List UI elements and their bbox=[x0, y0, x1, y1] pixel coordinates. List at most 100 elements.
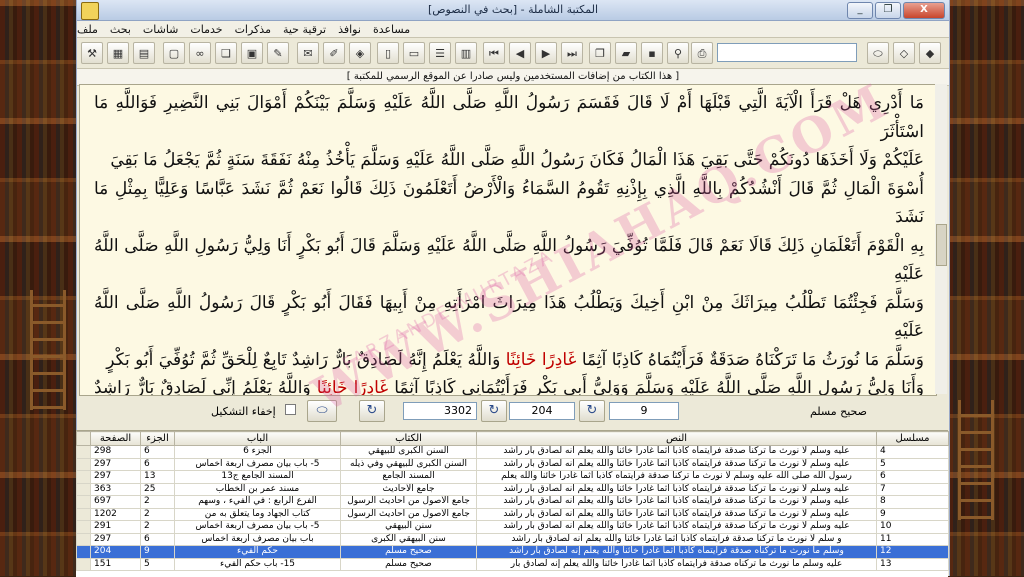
text-line: أُسْوَةَ الْمَالِ ثُمَّ قَالَ أَنْشُدُكُ… bbox=[94, 178, 924, 228]
table-row[interactable]: 297 6 5- باب بيان مصرف أربعة أخماس السنن ال… bbox=[76, 457, 949, 471]
go-page-button[interactable]: ↻ bbox=[481, 400, 507, 422]
minimize-button[interactable]: _ bbox=[847, 2, 873, 19]
menu-help[interactable]: مساعدة bbox=[373, 23, 410, 36]
cell-text: عليه وسلم ما نورث ما تركناه صدقة فرأيتما… bbox=[476, 557, 877, 571]
link-icon[interactable]: ∞ bbox=[189, 42, 211, 64]
row-selector[interactable] bbox=[76, 557, 91, 571]
menu-notes[interactable]: مذكرات bbox=[235, 23, 271, 36]
cell-serial: 13 bbox=[876, 557, 949, 571]
row-selector[interactable] bbox=[76, 457, 91, 471]
table-row[interactable]: 291 2 5- باب بيان مصرف أربعة أخماس سنن البي… bbox=[76, 520, 949, 534]
table-row[interactable]: 1202 2 كتاب الجهاد وما يتعلق به من جامع الأ… bbox=[76, 507, 949, 521]
cell-part: 2 bbox=[140, 520, 175, 534]
copy-icon[interactable]: ❏ bbox=[215, 42, 237, 64]
row-selector[interactable] bbox=[76, 507, 91, 521]
cell-book: جامع الأصول من أحاديث الرسول bbox=[340, 495, 477, 509]
first-page-icon[interactable]: ⏮ bbox=[483, 42, 505, 64]
highlight-icon[interactable]: ✐ bbox=[323, 42, 345, 64]
scrollbar-thumb[interactable] bbox=[936, 224, 947, 266]
cell-text: و سلم لا نورث ما تركنا صدقة فرأيتماه كاذ… bbox=[476, 532, 877, 546]
row-selector[interactable] bbox=[76, 520, 91, 534]
close-button[interactable]: X bbox=[903, 2, 945, 19]
go-number-button[interactable]: ↻ bbox=[359, 400, 385, 422]
cell-serial: 5 bbox=[876, 457, 949, 471]
text-line: وَأَنَا وَلِيُّ رَسُولِ اللَّهِ صَلَّى ا… bbox=[94, 378, 925, 396]
column-header-serial[interactable]: مسلسل bbox=[876, 431, 949, 446]
hide-diacritics-checkbox[interactable] bbox=[285, 404, 296, 415]
row-header-corner bbox=[76, 431, 91, 446]
go-part-button[interactable]: ↻ bbox=[579, 400, 605, 422]
table-row[interactable]: 697 2 الفرع الرابع : في الفيء ، وسهم جامع ا… bbox=[76, 495, 949, 509]
eraser-icon[interactable]: ◇ bbox=[893, 42, 915, 64]
restore-button[interactable]: ❐ bbox=[875, 2, 901, 19]
cell-part: 6 bbox=[140, 445, 175, 459]
number-field[interactable]: 3302 bbox=[403, 402, 477, 420]
book-icon[interactable]: ▥ bbox=[455, 42, 477, 64]
text-line: مَا أَدْرِي هَلْ قَرَأَ الْآيَةَ الَّتِي… bbox=[94, 93, 924, 142]
row-selector[interactable] bbox=[76, 445, 91, 459]
window-controls: _ ❐ X bbox=[847, 2, 945, 19]
save-icon[interactable]: ▪ bbox=[641, 42, 663, 64]
toolbar-search-input[interactable] bbox=[717, 43, 857, 62]
cell-chapter: الفرع الرابع : في الفيء ، وسهم bbox=[174, 495, 341, 509]
menu-live-update[interactable]: ترقية حية bbox=[283, 23, 326, 36]
print-icon[interactable]: ⎙ bbox=[691, 42, 713, 64]
row-selector[interactable] bbox=[76, 532, 91, 546]
folder-icon[interactable]: ❐ bbox=[589, 42, 611, 64]
menu-file[interactable]: ملف bbox=[77, 23, 98, 36]
cell-text: عليه وسلم لا نورث ما تركنا صدقة فرأيتماه… bbox=[476, 495, 877, 509]
doc-icon[interactable]: ▭ bbox=[403, 42, 425, 64]
page-icon[interactable]: ▯ bbox=[377, 42, 399, 64]
column-header-page[interactable]: الصفحة bbox=[90, 431, 141, 446]
column-header-text[interactable]: النص bbox=[476, 431, 877, 446]
search-icon[interactable]: ⚲ bbox=[667, 42, 689, 64]
toolbar: ⚒ ▦ ▤ ▢ ∞ ❏ ▣ ✎ ✉ ✐ ◈ ▯ ▭ ☰ ▥ ⏮ ◀ ▶ ⏭ ❐ … bbox=[77, 38, 949, 69]
paste-icon[interactable]: ▣ bbox=[241, 42, 263, 64]
library-icon[interactable]: ▤ bbox=[133, 42, 155, 64]
prev-page-icon[interactable]: ◀ bbox=[509, 42, 531, 64]
cell-book: جامع الأصول من أحاديث الرسول bbox=[340, 507, 477, 521]
table-row[interactable]: 297 13 المسند الجامع ج13 المسند الجامع رسول … bbox=[76, 470, 949, 484]
diamond-icon[interactable]: ◆ bbox=[919, 42, 941, 64]
cell-page: 363 bbox=[90, 482, 141, 496]
grid-icon[interactable]: ▦ bbox=[107, 42, 129, 64]
list-icon[interactable]: ☰ bbox=[429, 42, 451, 64]
edit-icon[interactable]: ✎ bbox=[267, 42, 289, 64]
text-scrollbar[interactable] bbox=[935, 84, 947, 394]
menu-search[interactable]: بحث bbox=[110, 23, 131, 36]
search-results-grid[interactable]: الصفحة الجزء الباب الكتاب النص مسلسل 298… bbox=[76, 430, 949, 577]
row-selector[interactable] bbox=[76, 470, 91, 484]
note-icon[interactable]: ✉ bbox=[297, 42, 319, 64]
last-page-icon[interactable]: ⏭ bbox=[561, 42, 583, 64]
new-page-icon[interactable]: ▢ bbox=[163, 42, 185, 64]
column-header-chapter[interactable]: الباب bbox=[174, 431, 341, 446]
cell-chapter: باب بيان مصرف أربعة أخماس bbox=[174, 532, 341, 546]
menu-services[interactable]: خدمات bbox=[190, 23, 222, 36]
cell-chapter: حكم الفيء bbox=[174, 545, 341, 559]
part-field[interactable]: 9 bbox=[609, 402, 679, 420]
cell-serial: 7 bbox=[876, 482, 949, 496]
stamp-icon[interactable]: ◈ bbox=[349, 42, 371, 64]
open-folder-icon[interactable]: ▰ bbox=[615, 42, 637, 64]
book-text-view[interactable]: مَا أَدْرِي هَلْ قَرَأَ الْآيَةَ الَّتِي… bbox=[79, 84, 937, 396]
menu-screens[interactable]: شاشات bbox=[143, 23, 179, 36]
tools-icon[interactable]: ⚒ bbox=[81, 42, 103, 64]
table-row[interactable]: 297 6 باب بيان مصرف أربعة أخماس سنن البيهقي… bbox=[76, 532, 949, 546]
table-row[interactable]: 298 6 الجزء 6 السنن الكبرى للبيهقي عليه وسلم… bbox=[76, 445, 949, 459]
column-header-book[interactable]: الكتاب bbox=[340, 431, 477, 446]
mark-button[interactable]: ⬭ bbox=[307, 400, 337, 422]
table-row[interactable]: 363 25 مسند عمر بن الخطاب جامع الأحاديث عليه… bbox=[76, 482, 949, 496]
books-decoration-left bbox=[0, 0, 76, 576]
page-field[interactable]: 204 bbox=[509, 402, 575, 420]
row-selector[interactable] bbox=[76, 495, 91, 509]
bookmark-icon[interactable]: ⬭ bbox=[867, 42, 889, 64]
table-row[interactable]: 151 5 15- باب حكم الفيء صحيح مسلم عليه وسلم … bbox=[76, 557, 949, 571]
ladder-right bbox=[958, 400, 994, 520]
row-selector[interactable] bbox=[76, 482, 91, 496]
next-page-icon[interactable]: ▶ bbox=[535, 42, 557, 64]
cell-page: 297 bbox=[90, 470, 141, 484]
menu-windows[interactable]: نوافذ bbox=[338, 23, 361, 36]
column-header-part[interactable]: الجزء bbox=[140, 431, 175, 446]
table-row[interactable]: 204 9 حكم الفيء صحيح مسلم وسلم ما نورث ما تر… bbox=[76, 545, 949, 559]
row-selector[interactable] bbox=[76, 545, 91, 559]
